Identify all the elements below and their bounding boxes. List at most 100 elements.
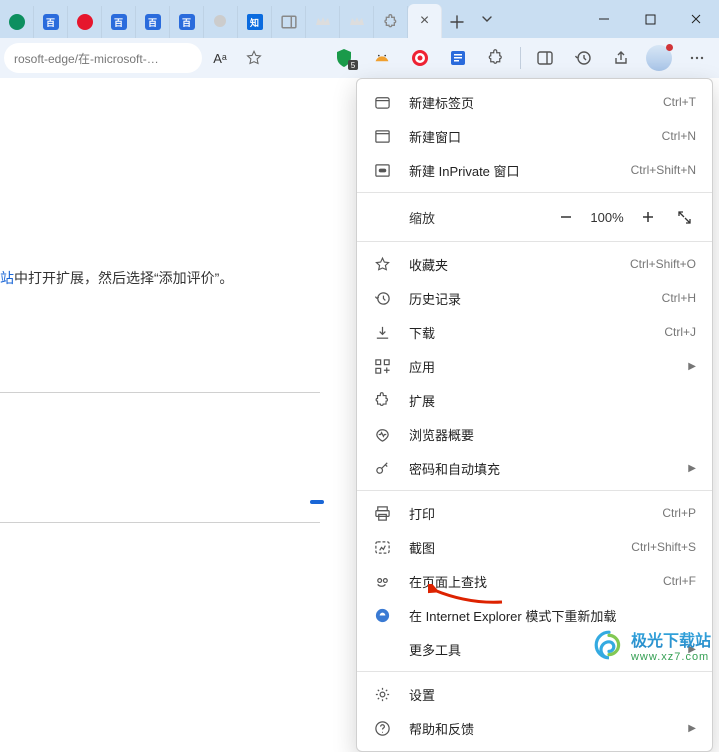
menu-item-label: 历史记录 — [409, 289, 662, 308]
help-icon — [373, 719, 391, 737]
menu-item-label: 下载 — [409, 323, 664, 342]
address-text: rosoft-edge/在-microsoft-… — [14, 50, 159, 67]
menu-item-print[interactable]: 打印Ctrl+P — [357, 496, 712, 530]
fullscreen-button[interactable] — [666, 200, 702, 234]
gear-icon — [373, 685, 391, 703]
menu-item-label: 打印 — [409, 504, 662, 523]
menu-separator — [357, 192, 712, 193]
tab-baidu-2[interactable]: 百 — [102, 6, 136, 38]
menu-item-label: 应用 — [409, 357, 680, 376]
menu-item-new-inprivate[interactable]: 新建 InPrivate 窗口Ctrl+Shift+N — [357, 153, 712, 187]
share-icon[interactable] — [603, 40, 639, 76]
tab-panel[interactable] — [272, 6, 306, 38]
zoom-out-button[interactable] — [548, 200, 584, 234]
menu-separator — [357, 671, 712, 672]
tab-active[interactable]: × — [408, 4, 442, 38]
menu-item-label: 浏览器概要 — [409, 425, 696, 444]
menu-item-passwords[interactable]: 密码和自动填充▶ — [357, 451, 712, 485]
menu-item-settings[interactable]: 设置 — [357, 677, 712, 711]
download-icon — [373, 323, 391, 341]
menu-item-label: 帮助和反馈 — [409, 719, 680, 738]
pulse-icon — [373, 425, 391, 443]
menu-item-new-tab[interactable]: 新建标签页Ctrl+T — [357, 85, 712, 119]
tab-close-icon[interactable]: × — [420, 13, 429, 29]
window-maximize-button[interactable] — [627, 0, 673, 38]
window-close-button[interactable] — [673, 0, 719, 38]
watermark-name: 极光下载站 — [631, 627, 711, 651]
shot-icon — [373, 538, 391, 556]
new-tab-button[interactable] — [442, 6, 472, 38]
menu-item-find[interactable]: 在页面上查找Ctrl+F — [357, 564, 712, 598]
menu-item-screenshot[interactable]: 截图Ctrl+Shift+S — [357, 530, 712, 564]
tab-baidu-1[interactable]: 百 — [34, 6, 68, 38]
zoom-in-button[interactable] — [630, 200, 666, 234]
window-controls — [581, 0, 719, 38]
find-icon — [373, 572, 391, 590]
tab-weibo[interactable] — [68, 6, 102, 38]
menu-separator — [357, 241, 712, 242]
address-bar[interactable]: rosoft-edge/在-microsoft-… — [4, 43, 202, 73]
menu-item-label: 新建 InPrivate 窗口 — [409, 161, 631, 180]
ext-note-icon[interactable] — [440, 40, 476, 76]
page-divider — [0, 522, 320, 523]
submenu-arrow-icon: ▶ — [688, 361, 696, 372]
tab-edge[interactable] — [0, 6, 34, 38]
menu-item-label: 在页面上查找 — [409, 572, 663, 591]
tab-dark-2[interactable] — [340, 6, 374, 38]
menu-item-history[interactable]: 历史记录Ctrl+H — [357, 281, 712, 315]
menu-item-shortcut: Ctrl+Shift+O — [630, 257, 696, 271]
tab-icon — [373, 93, 391, 111]
menu-item-shortcut: Ctrl+J — [664, 325, 696, 339]
tab-ext[interactable] — [374, 6, 408, 38]
window-icon — [373, 127, 391, 145]
tab-baidu-4[interactable]: 百 — [170, 6, 204, 38]
favorite-star-icon[interactable] — [238, 40, 270, 76]
history-icon[interactable] — [565, 40, 601, 76]
tracking-shield-icon[interactable]: 5 — [326, 40, 362, 76]
menu-item-label: 设置 — [409, 685, 696, 704]
reader-mode-button[interactable]: Aᵃ — [204, 40, 236, 76]
menu-item-essentials[interactable]: 浏览器概要 — [357, 417, 712, 451]
menu-item-favorites[interactable]: 收藏夹Ctrl+Shift+O — [357, 247, 712, 281]
menu-item-shortcut: Ctrl+P — [662, 506, 696, 520]
tab-generic-1[interactable] — [204, 6, 238, 38]
menu-item-label: 新建窗口 — [409, 127, 662, 146]
menu-item-label: 在 Internet Explorer 模式下重新加载 — [409, 606, 696, 625]
shield-badge: 5 — [348, 60, 358, 70]
profile-avatar[interactable] — [641, 40, 677, 76]
inprivate-icon — [373, 161, 391, 179]
menu-item-label: 截图 — [409, 538, 631, 557]
tab-baidu-3[interactable]: 百 — [136, 6, 170, 38]
ext-cat-icon[interactable] — [364, 40, 400, 76]
star-icon — [373, 255, 391, 273]
window-minimize-button[interactable] — [581, 0, 627, 38]
apps-icon — [373, 357, 391, 375]
ext-icon — [373, 391, 391, 409]
menu-item-label: 新建标签页 — [409, 93, 663, 112]
browser-titlebar: 百百百百知× — [0, 0, 719, 38]
zoom-label: 缩放 — [409, 208, 435, 227]
menu-item-label: 收藏夹 — [409, 255, 630, 274]
menu-item-apps[interactable]: 应用 ▶ — [357, 349, 712, 383]
key-icon — [373, 459, 391, 477]
sidebar-panel-icon[interactable] — [527, 40, 563, 76]
page-divider — [0, 392, 320, 393]
menu-item-shortcut: Ctrl+Shift+N — [631, 163, 696, 177]
page-link[interactable]: 站 — [0, 270, 14, 286]
ie-icon — [373, 606, 391, 624]
tab-dark-1[interactable] — [306, 6, 340, 38]
ext-target-icon[interactable] — [402, 40, 438, 76]
menu-item-downloads[interactable]: 下载Ctrl+J — [357, 315, 712, 349]
menu-item-extensions[interactable]: 扩展 — [357, 383, 712, 417]
tab-zhihu[interactable]: 知 — [238, 6, 272, 38]
tab-overflow-chevron-icon[interactable] — [472, 0, 502, 38]
menu-item-new-window[interactable]: 新建窗口Ctrl+N — [357, 119, 712, 153]
menu-item-shortcut: Ctrl+N — [662, 129, 696, 143]
submenu-arrow-icon: ▶ — [688, 463, 696, 474]
menu-item-help[interactable]: 帮助和反馈▶ — [357, 711, 712, 745]
page-help-text: 站中打开扩展，然后选择“添加评价”。 — [0, 268, 233, 288]
menu-zoom-row: 缩放100% — [357, 198, 712, 236]
app-menu-button[interactable] — [679, 40, 715, 76]
menu-item-shortcut: Ctrl+H — [662, 291, 696, 305]
extensions-puzzle-icon[interactable] — [478, 40, 514, 76]
